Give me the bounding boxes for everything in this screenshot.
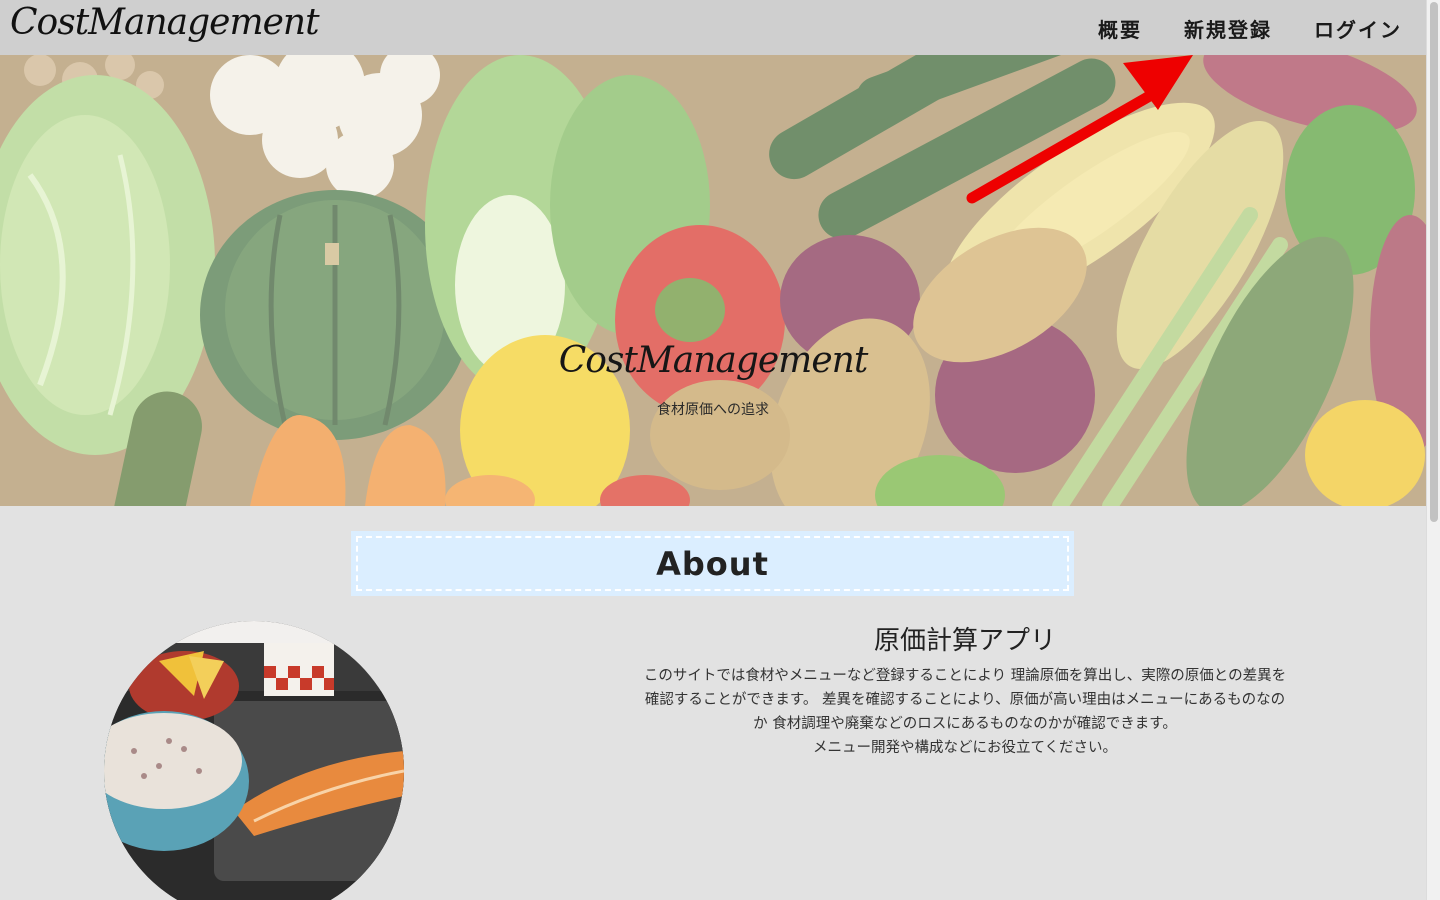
annotation-arrow-icon bbox=[966, 55, 1193, 204]
